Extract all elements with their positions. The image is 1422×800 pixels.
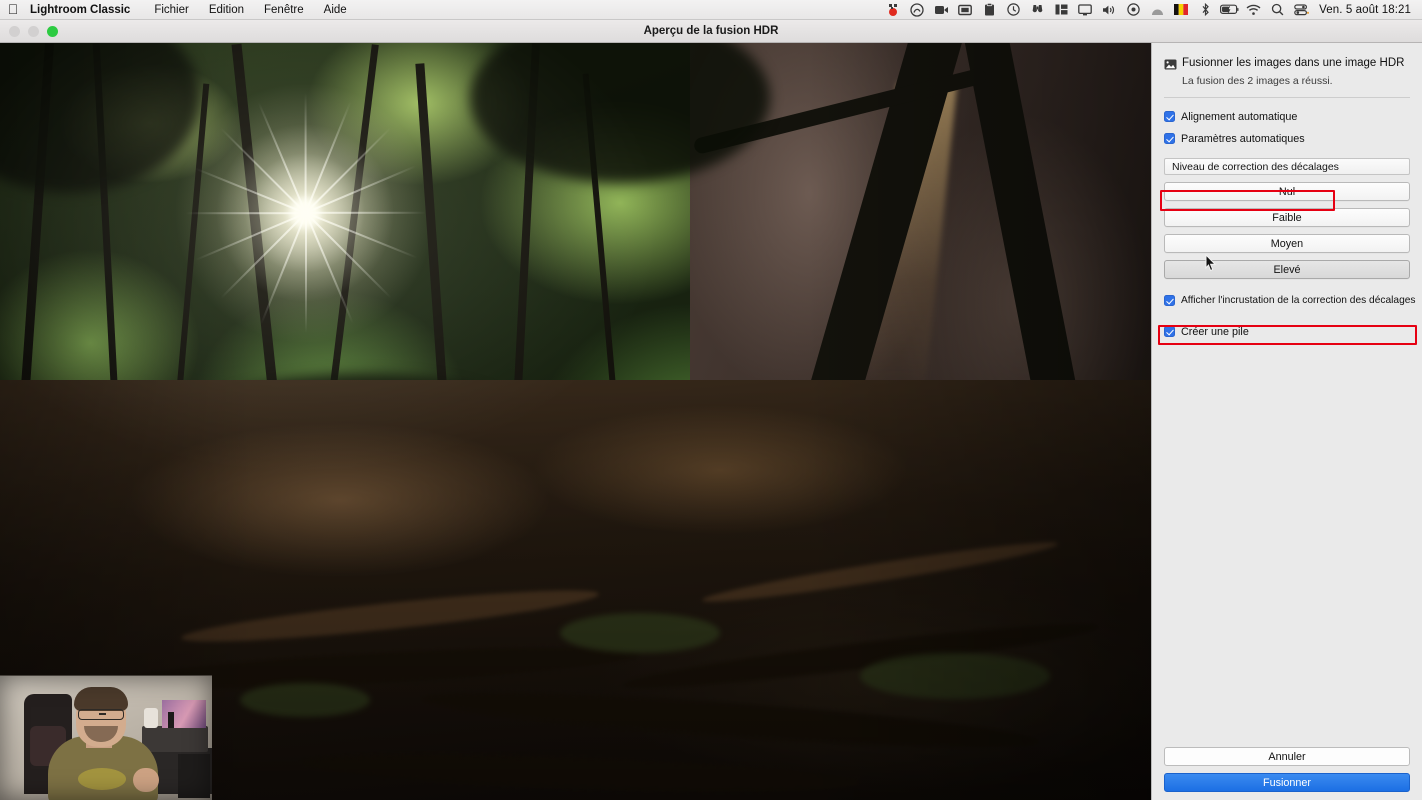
- webcam-vignette: [0, 676, 212, 800]
- minimize-button[interactable]: [28, 26, 39, 37]
- deghost-amount-label: Niveau de correction des décalages: [1164, 158, 1410, 175]
- menu-bar-clock[interactable]: Ven. 5 août 18:21: [1313, 4, 1415, 16]
- hdr-photo-icon: [1164, 58, 1177, 71]
- menu-item-fichier[interactable]: Fichier: [144, 0, 199, 19]
- deghost-level-eleve-label: Elevé: [1273, 263, 1301, 276]
- window-traffic-lights: [9, 20, 58, 43]
- mouse-cursor: [1205, 254, 1217, 272]
- hdr-merge-options-panel: Fusionner les images dans une image HDR …: [1151, 43, 1422, 800]
- moss-patch: [560, 613, 720, 653]
- wifi-icon[interactable]: [1241, 0, 1265, 20]
- checkbox-auto-align-box[interactable]: [1164, 111, 1175, 122]
- deghost-level-faible-button[interactable]: Faible: [1164, 208, 1410, 227]
- cancel-button-label: Annuler: [1268, 750, 1306, 763]
- checkbox-show-deghost-overlay-label: Afficher l'incrustation de la correction…: [1181, 295, 1416, 306]
- panel-body: Alignement automatique Paramètres automa…: [1152, 98, 1422, 345]
- webcam-presenter-overlay: [0, 675, 212, 800]
- menu-bar-left:  Lightroom Classic Fichier Edition Fenê…: [0, 0, 357, 19]
- cancel-button[interactable]: Annuler: [1164, 747, 1410, 766]
- battery-icon[interactable]: [1217, 0, 1241, 20]
- hdr-preview-image[interactable]: [0, 43, 1151, 800]
- arc-browser-icon[interactable]: [1145, 0, 1169, 20]
- window-title-bar: Aperçu de la fusion HDR: [0, 20, 1422, 43]
- panel-title-row: Fusionner les images dans une image HDR: [1164, 57, 1410, 71]
- bluetooth-icon[interactable]: [1193, 0, 1217, 20]
- record-dot-icon[interactable]: [1121, 0, 1145, 20]
- volume-icon[interactable]: [1097, 0, 1121, 20]
- menu-item-aide[interactable]: Aide: [314, 0, 357, 19]
- video-camera-icon[interactable]: [929, 0, 953, 20]
- checkbox-show-deghost-overlay[interactable]: Afficher l'incrustation de la correction…: [1164, 293, 1416, 308]
- checkbox-create-stack-box[interactable]: [1164, 326, 1175, 337]
- menu-item-edition[interactable]: Edition: [199, 0, 254, 19]
- apple-logo-icon[interactable]: : [0, 2, 26, 18]
- checkbox-auto-settings-label: Paramètres automatiques: [1181, 132, 1305, 145]
- merge-button[interactable]: Fusionner: [1164, 773, 1410, 792]
- checkbox-auto-settings[interactable]: Paramètres automatiques: [1164, 131, 1410, 146]
- checkbox-auto-align-label: Alignement automatique: [1181, 110, 1298, 123]
- deghost-level-nul-label: Nul: [1278, 185, 1296, 198]
- checkbox-auto-settings-box[interactable]: [1164, 133, 1175, 144]
- close-button[interactable]: [9, 26, 20, 37]
- creative-cloud-icon[interactable]: [905, 0, 929, 20]
- panel-title: Fusionner les images dans une image HDR: [1182, 57, 1405, 69]
- control-center-icon[interactable]: [1289, 0, 1313, 20]
- deghost-level-faible-label: Faible: [1272, 211, 1302, 224]
- deghost-level-moyen-label: Moyen: [1270, 237, 1304, 250]
- clock-icon[interactable]: [1001, 0, 1025, 20]
- checkbox-create-stack[interactable]: Créer une pile: [1164, 324, 1410, 339]
- belgium-flag-icon[interactable]: [1169, 0, 1193, 20]
- checkbox-show-deghost-overlay-box[interactable]: [1164, 295, 1175, 306]
- zoom-button[interactable]: [47, 26, 58, 37]
- merge-button-label: Fusionner: [1262, 776, 1311, 789]
- window-title: Aperçu de la fusion HDR: [643, 25, 779, 37]
- moss-patch: [860, 653, 1050, 699]
- checkbox-auto-align[interactable]: Alignement automatique: [1164, 109, 1410, 124]
- monitor-icon[interactable]: [1073, 0, 1097, 20]
- search-icon[interactable]: [1265, 0, 1289, 20]
- deghost-level-moyen-button[interactable]: Moyen: [1164, 234, 1410, 253]
- split-panel-icon[interactable]: [1049, 0, 1073, 20]
- macos-menu-bar:  Lightroom Classic Fichier Edition Fenê…: [0, 0, 1422, 20]
- deghost-level-eleve-button[interactable]: Elevé: [1164, 260, 1410, 279]
- screen-record-red-icon[interactable]: [881, 0, 905, 20]
- menu-item-lightroom-classic[interactable]: Lightroom Classic: [26, 0, 144, 19]
- binoculars-icon[interactable]: [1025, 0, 1049, 20]
- workspace: Fusionner les images dans une image HDR …: [0, 43, 1422, 800]
- display-mirror-icon[interactable]: [953, 0, 977, 20]
- menu-bar-status-area: Ven. 5 août 18:21: [881, 0, 1422, 19]
- clipboard-icon[interactable]: [977, 0, 1001, 20]
- panel-header: Fusionner les images dans une image HDR …: [1152, 43, 1422, 98]
- deghost-level-nul-button[interactable]: Nul: [1164, 182, 1410, 201]
- checkbox-create-stack-label: Créer une pile: [1181, 325, 1249, 338]
- menu-item-fenetre[interactable]: Fenêtre: [254, 0, 314, 19]
- moss-patch: [240, 683, 370, 717]
- panel-subtitle: La fusion des 2 images a réussi.: [1182, 75, 1333, 87]
- panel-footer: Annuler Fusionner: [1164, 747, 1410, 792]
